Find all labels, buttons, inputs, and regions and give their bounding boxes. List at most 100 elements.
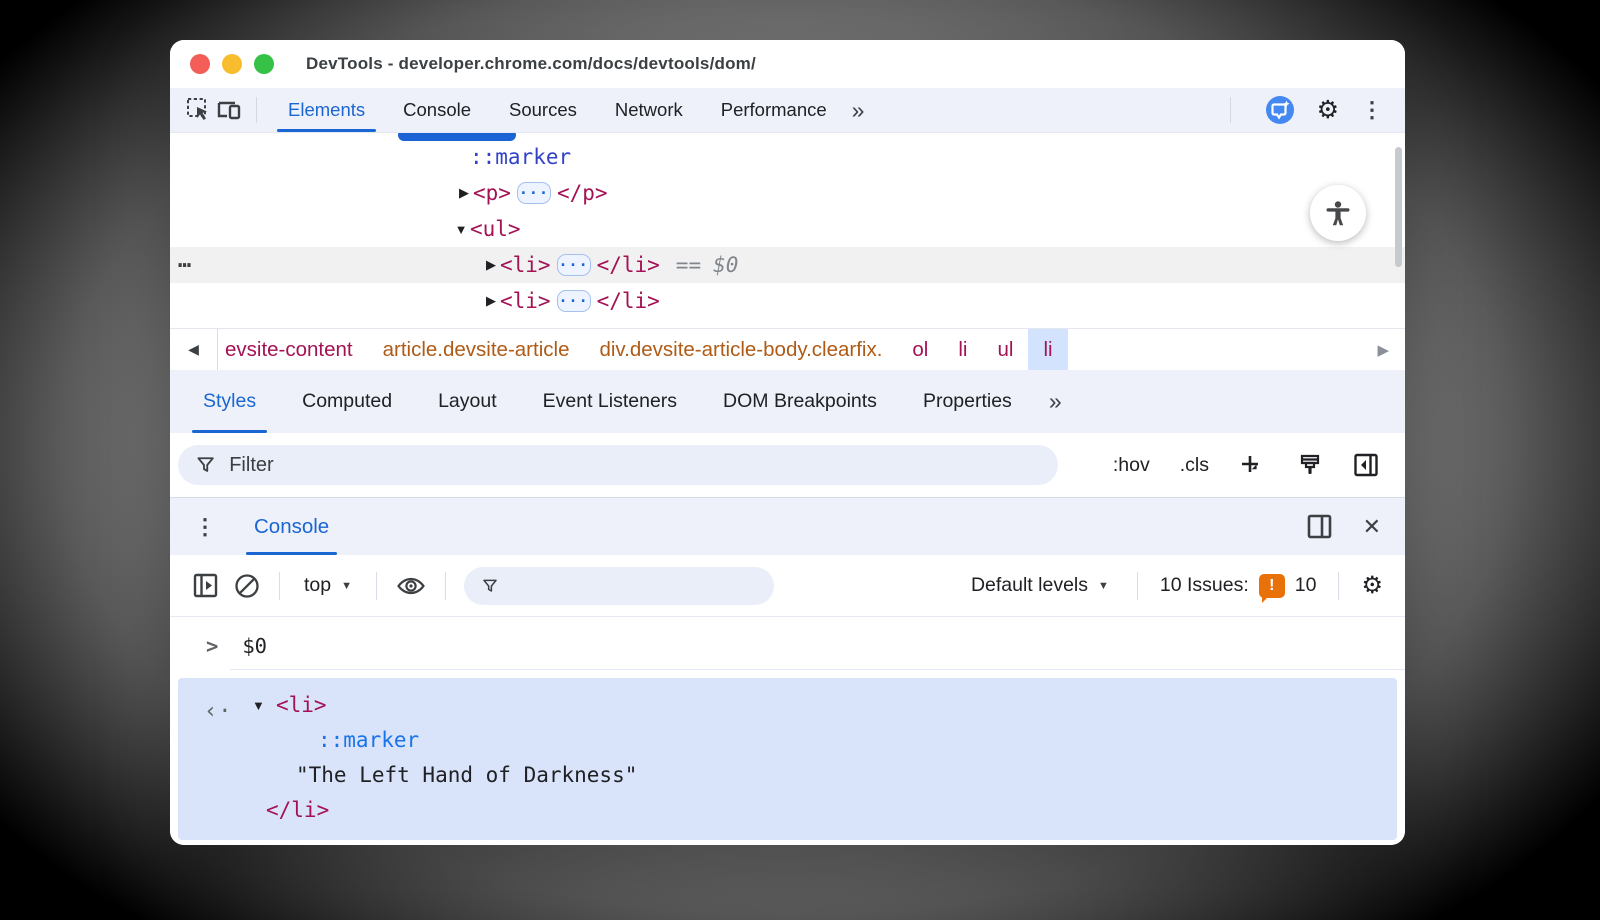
styles-toolbar-buttons: :hov .cls — [1113, 452, 1379, 478]
javascript-context-selector[interactable]: top ▼ — [298, 574, 358, 597]
tab-network[interactable]: Network — [596, 88, 702, 132]
settings-gear-icon[interactable]: ⚙ — [1317, 95, 1339, 125]
more-tabs-icon[interactable]: » — [852, 97, 865, 124]
inspect-element-icon[interactable] — [184, 95, 214, 125]
console-command-row[interactable]: > $0 — [170, 629, 1405, 663]
toolbar-divider — [1338, 571, 1340, 600]
toggle-sidebar-icon[interactable] — [1353, 452, 1379, 478]
toolbar-divider — [279, 571, 280, 600]
toolbar-divider — [256, 97, 257, 123]
zoom-window-button[interactable] — [254, 54, 274, 74]
dom-tree-scrollbar[interactable] — [1395, 147, 1402, 267]
tree-row-marker-pseudo[interactable]: ::marker — [170, 139, 1405, 175]
tab-performance[interactable]: Performance — [702, 88, 846, 132]
tab-computed[interactable]: Computed — [279, 370, 415, 433]
console-filter-input[interactable] — [512, 574, 756, 597]
console-settings-gear-icon[interactable]: ⚙ — [1361, 571, 1383, 600]
main-menu-kebab-icon[interactable]: ⋮ — [1361, 97, 1383, 123]
result-pseudo-marker[interactable]: ::marker — [178, 723, 1397, 758]
breadcrumb-scroll-right-icon[interactable]: ▶ — [1377, 341, 1389, 359]
breadcrumb-item[interactable]: ul — [982, 329, 1028, 370]
toolbar-divider — [1229, 97, 1231, 123]
tab-properties[interactable]: Properties — [900, 370, 1035, 433]
tab-layout[interactable]: Layout — [415, 370, 520, 433]
tree-row-li-selected[interactable]: ⋯ ▶ <li> ··· </li> == $0 — [170, 247, 1405, 283]
ai-assistance-icon[interactable] — [1265, 95, 1295, 125]
rendering-brush-icon[interactable] — [1297, 452, 1323, 478]
tab-console[interactable]: Console — [384, 88, 490, 132]
dollar-zero-annotation: $0 — [713, 253, 739, 277]
split-panel-icon[interactable] — [1306, 513, 1333, 540]
live-expression-eye-icon[interactable] — [395, 572, 427, 600]
tree-row-p[interactable]: ▶ <p> ··· </p> — [170, 175, 1405, 211]
collapsed-content-ellipsis-button[interactable]: ··· — [556, 290, 591, 312]
drawer-tab-console[interactable]: Console — [246, 498, 338, 555]
pseudo-element-label[interactable]: ::marker — [470, 145, 571, 169]
disclosure-collapsed-icon[interactable]: ▶ — [455, 185, 473, 201]
window-title: DevTools - developer.chrome.com/docs/dev… — [306, 54, 756, 73]
minimize-window-button[interactable] — [222, 54, 242, 74]
tab-dom-breakpoints[interactable]: DOM Breakpoints — [700, 370, 900, 433]
issues-badge-icon: ! — [1258, 573, 1285, 603]
breadcrumb-item-selected[interactable]: li — [1028, 329, 1068, 370]
styles-filter-field[interactable] — [178, 445, 1058, 485]
tree-row-li[interactable]: ▶ <li> ··· </li> — [170, 283, 1405, 319]
styles-filter-input[interactable] — [229, 453, 1040, 477]
dom-breadcrumb-bar: ◀ evsite-content article.devsite-article… — [170, 328, 1405, 370]
tab-event-listeners[interactable]: Event Listeners — [520, 370, 700, 433]
clear-console-icon[interactable] — [233, 572, 261, 600]
console-messages: > $0 ‹· ▼ <li> ::marker "The Left Hand of… — [170, 617, 1405, 845]
node-overflow-dots-icon[interactable]: ⋯ — [178, 253, 192, 278]
issues-counter[interactable]: 10 Issues: ! 10 — [1160, 573, 1316, 603]
collapsed-content-ellipsis-button[interactable]: ··· — [516, 182, 551, 204]
result-text-node: "The Left Hand of Darkness" — [296, 763, 638, 787]
returned-value-icon: ‹· — [204, 699, 233, 724]
accessibility-overlay-button[interactable] — [1310, 185, 1366, 241]
disclosure-expanded-icon[interactable]: ▼ — [452, 222, 470, 237]
console-sidebar-icon[interactable] — [192, 572, 219, 599]
console-separator — [230, 669, 1405, 670]
drawer-header-buttons: ✕ — [1306, 513, 1381, 540]
disclosure-collapsed-icon[interactable]: ▶ — [482, 293, 500, 309]
toggle-element-state-button[interactable]: :hov — [1113, 454, 1150, 477]
breadcrumb-scroll-left-icon[interactable]: ◀ — [170, 329, 218, 370]
toolbar-divider — [445, 571, 446, 600]
close-drawer-icon[interactable]: ✕ — [1363, 514, 1381, 540]
more-panes-icon[interactable]: » — [1049, 388, 1062, 415]
tree-row-ul[interactable]: ▼ <ul> — [170, 211, 1405, 247]
breadcrumb-item[interactable]: evsite-content — [218, 329, 368, 370]
command-chevron: > — [206, 634, 219, 658]
toolbar-divider — [1136, 571, 1138, 600]
desktop-background: DevTools - developer.chrome.com/docs/dev… — [0, 0, 1600, 920]
drawer-menu-kebab-icon[interactable]: ⋮ — [194, 514, 216, 540]
disclosure-expanded-icon[interactable]: ▼ — [252, 688, 276, 723]
tab-sources[interactable]: Sources — [490, 88, 596, 132]
toolbar-right-group: ⚙ ⋮ — [1218, 95, 1383, 125]
console-toolbar: top ▼ Default levels ▼ 10 Issues: ! 10 ⚙ — [170, 555, 1405, 617]
tab-styles[interactable]: Styles — [180, 370, 279, 433]
new-style-rule-icon[interactable] — [1239, 452, 1267, 478]
device-toolbar-icon[interactable] — [214, 95, 244, 125]
console-result-block[interactable]: ‹· ▼ <li> ::marker "The Left Hand of Dark… — [178, 678, 1397, 840]
close-window-button[interactable] — [190, 54, 210, 74]
main-panel-tabs: Elements Console Sources Network Perform… — [269, 88, 846, 132]
devtools-main-toolbar: Elements Console Sources Network Perform… — [170, 88, 1405, 133]
console-filter-field[interactable] — [464, 566, 774, 605]
breadcrumb-item[interactable]: article.devsite-article — [368, 329, 585, 370]
devtools-window: DevTools - developer.chrome.com/docs/dev… — [170, 40, 1405, 845]
toolbar-divider — [376, 571, 377, 600]
collapsed-content-ellipsis-button[interactable]: ··· — [556, 254, 591, 276]
disclosure-collapsed-icon[interactable]: ▶ — [482, 257, 500, 273]
filter-funnel-icon — [197, 457, 214, 472]
log-levels-selector[interactable]: Default levels ▼ — [965, 574, 1115, 597]
traffic-lights — [190, 54, 274, 74]
breadcrumb-item[interactable]: div.devsite-article-body.clearfix. — [584, 329, 897, 370]
breadcrumb-item[interactable]: li — [943, 329, 982, 370]
element-classes-button[interactable]: .cls — [1180, 454, 1209, 477]
breadcrumb-item[interactable]: ol — [897, 329, 943, 370]
equals-sign: == — [675, 253, 702, 277]
elements-dom-tree: ::marker ▶ <p> ··· </p> ▼ <ul> ⋯ ▶ <li> ··· </l… — [170, 133, 1405, 328]
tab-elements[interactable]: Elements — [269, 88, 384, 132]
styles-pane-toolbar: :hov .cls — [170, 433, 1405, 497]
accessibility-person-icon — [1326, 201, 1350, 226]
